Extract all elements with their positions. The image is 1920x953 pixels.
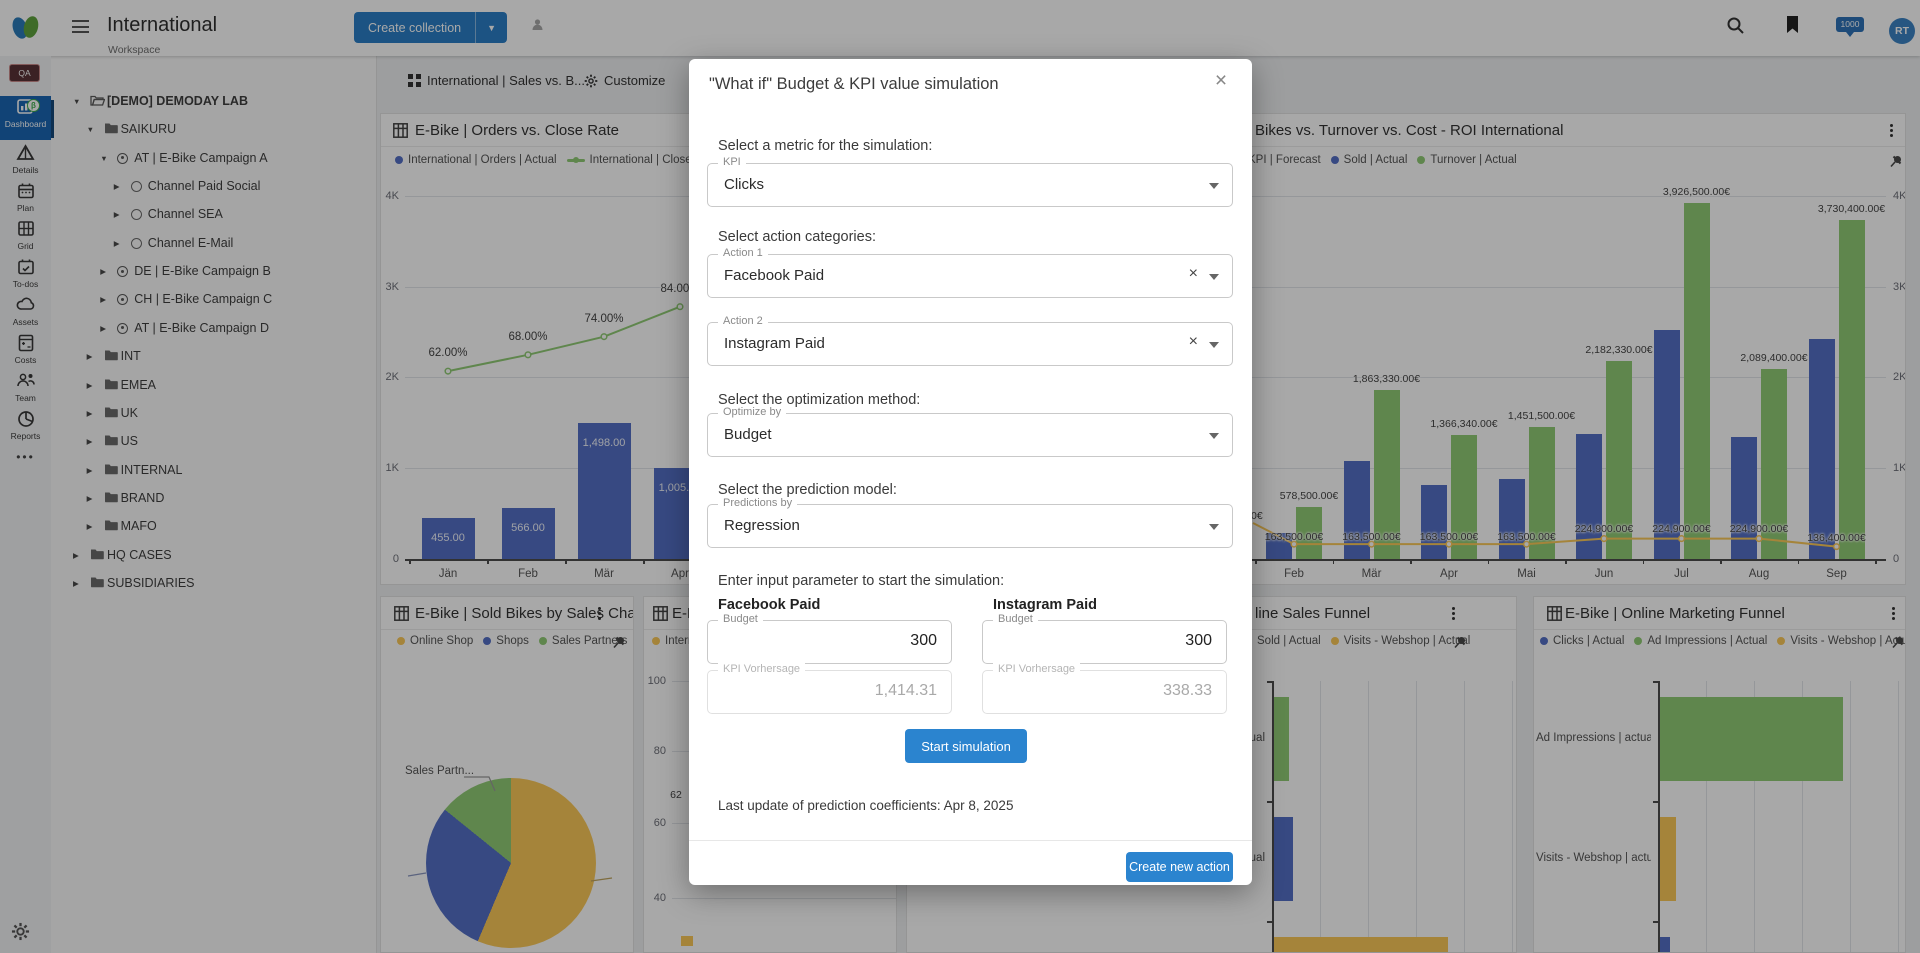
- predictions-by-select[interactable]: Predictions by Regression: [707, 504, 1233, 548]
- start-simulation-button[interactable]: Start simulation: [905, 729, 1027, 763]
- column-heading-facebook: Facebook Paid: [718, 597, 820, 613]
- section-label-prediction: Select the prediction model:: [718, 482, 897, 498]
- field-label: KPI Vorhersage: [993, 663, 1080, 675]
- section-label-metric: Select a metric for the simulation:: [718, 138, 932, 154]
- column-heading-instagram: Instagram Paid: [993, 597, 1097, 613]
- field-value: 1,414.31: [875, 682, 937, 700]
- chevron-down-icon[interactable]: [1209, 342, 1219, 348]
- field-value: Regression: [724, 517, 800, 534]
- clear-icon[interactable]: ×: [1189, 333, 1198, 351]
- what-if-simulation-modal: "What if" Budget & KPI value simulation …: [689, 59, 1252, 885]
- close-icon[interactable]: ×: [1209, 69, 1233, 93]
- field-label: KPI Vorhersage: [718, 663, 805, 675]
- field-value: 300: [1185, 632, 1212, 650]
- instagram-kpi-forecast-input: KPI Vorhersage 338.33: [982, 670, 1227, 714]
- action2-select[interactable]: Action 2 Instagram Paid ×: [707, 322, 1233, 366]
- field-label: Optimize by: [718, 406, 786, 418]
- section-label-inputs: Enter input parameter to start the simul…: [718, 573, 1004, 589]
- facebook-budget-input[interactable]: Budget 300: [707, 620, 952, 664]
- facebook-kpi-forecast-input: KPI Vorhersage 1,414.31: [707, 670, 952, 714]
- app-screen: International Workspace Create collectio…: [0, 0, 1920, 953]
- last-update-note: Last update of prediction coefficients: …: [718, 798, 1013, 813]
- field-label: KPI: [718, 156, 746, 168]
- field-label: Budget: [993, 613, 1038, 625]
- field-value: Budget: [724, 426, 772, 443]
- field-label: Budget: [718, 613, 763, 625]
- field-value: Instagram Paid: [724, 335, 825, 352]
- field-value: 338.33: [1163, 682, 1212, 700]
- modal-title: "What if" Budget & KPI value simulation: [709, 75, 999, 94]
- field-label: Action 2: [718, 315, 768, 327]
- optimize-by-select[interactable]: Optimize by Budget: [707, 413, 1233, 457]
- field-value: Clicks: [724, 176, 764, 193]
- footer-divider: [689, 840, 1252, 841]
- field-value: 300: [910, 632, 937, 650]
- section-label-actions: Select action categories:: [718, 229, 876, 245]
- chevron-down-icon[interactable]: [1209, 433, 1219, 439]
- chevron-down-icon[interactable]: [1209, 524, 1219, 530]
- action1-select[interactable]: Action 1 Facebook Paid ×: [707, 254, 1233, 298]
- clear-icon[interactable]: ×: [1189, 265, 1198, 283]
- instagram-budget-input[interactable]: Budget 300: [982, 620, 1227, 664]
- chevron-down-icon[interactable]: [1209, 274, 1219, 280]
- field-label: Action 1: [718, 247, 768, 259]
- chevron-down-icon[interactable]: [1209, 183, 1219, 189]
- field-label: Predictions by: [718, 497, 797, 509]
- kpi-select[interactable]: KPI Clicks: [707, 163, 1233, 207]
- create-new-action-button[interactable]: Create new action: [1126, 852, 1233, 882]
- field-value: Facebook Paid: [724, 267, 824, 284]
